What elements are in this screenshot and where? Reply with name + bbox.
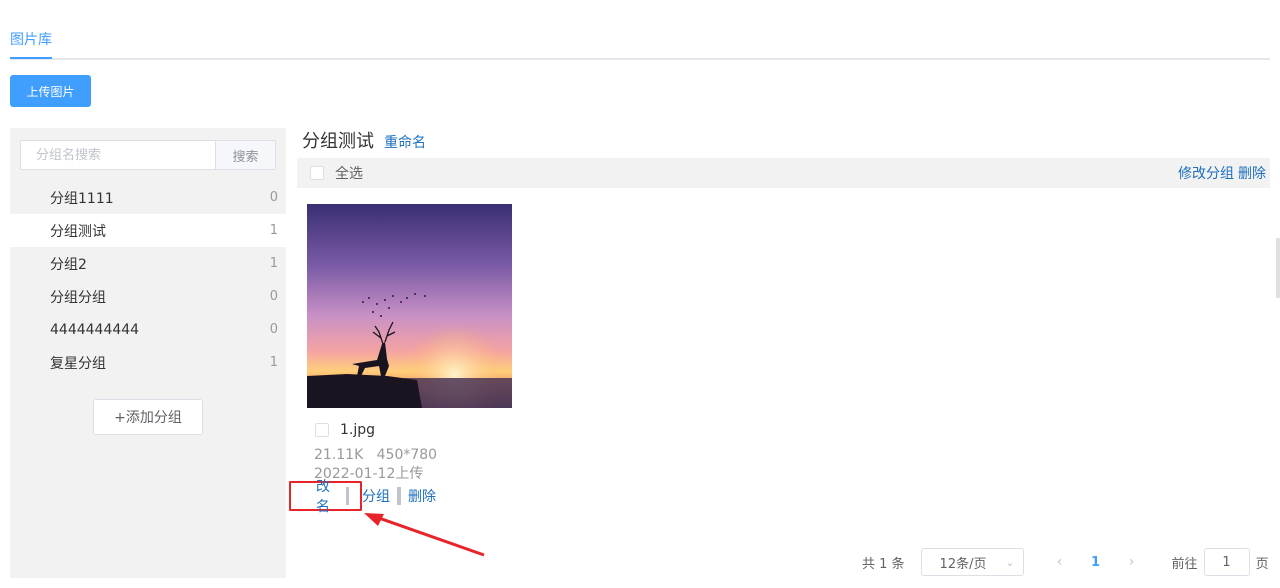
page-size-value: 12条/页 [939, 556, 987, 572]
select-all-checkbox[interactable] [310, 166, 324, 180]
edit-group-link[interactable]: 修改分组 [1178, 163, 1234, 183]
group-count: 0 [269, 322, 278, 337]
image-toolbar: 全选 修改分组 删除 [297, 158, 1270, 188]
pagination: 共 1 条 12条/页 ⌄ ‹ 1 › 前往 1 页 [862, 548, 1269, 576]
goto-page-input[interactable]: 1 [1203, 548, 1250, 576]
delete-link[interactable]: 删除 [1238, 163, 1266, 183]
group-name: 分组测试 [50, 223, 106, 240]
group-name: 复星分组 [50, 355, 106, 372]
goto-suffix: 页 [1255, 556, 1269, 572]
group-count: 1 [269, 355, 278, 370]
toolbar-actions: 修改分组 删除 [1178, 163, 1266, 183]
tab-image-library[interactable]: 图片库 [10, 31, 52, 59]
add-group-button[interactable]: +添加分组 [93, 399, 203, 435]
annotation-arrow [364, 513, 485, 557]
group-list: 分组1111 0 分组测试 1 分组2 1 分组分组 0 4444444444 … [10, 181, 286, 379]
content-header: 分组测试 重命名 [302, 127, 426, 153]
file-name: 1.jpg [340, 422, 376, 438]
group-search: 搜索 [20, 140, 276, 170]
group-image-link[interactable]: 分组 [362, 486, 390, 506]
group-item[interactable]: 4444444444 0 [10, 313, 286, 346]
upload-image-button[interactable]: 上传图片 [10, 75, 91, 107]
page-size-select[interactable]: 12条/页 ⌄ [920, 548, 1024, 576]
image-card: 1.jpg 21.11K 450*780 2022-01-12上传 [307, 204, 512, 482]
group-count: 1 [269, 256, 278, 271]
delete-image-link[interactable]: 删除 [408, 486, 436, 506]
tab-bar: 图片库 [10, 28, 1270, 60]
image-checkbox[interactable] [315, 423, 329, 437]
scrollbar[interactable] [1276, 238, 1280, 298]
group-name: 分组1111 [50, 190, 114, 207]
chevron-down-icon: ⌄ [1005, 556, 1015, 569]
group-count: 0 [269, 289, 278, 304]
group-sidebar: 搜索 分组1111 0 分组测试 1 分组2 1 分组分组 0 44444444… [10, 128, 286, 578]
group-item[interactable]: 分组2 1 [10, 247, 286, 280]
group-title: 分组测试 [302, 131, 374, 152]
group-item[interactable]: 分组1111 0 [10, 181, 286, 214]
group-search-button[interactable]: 搜索 [215, 141, 275, 169]
prev-page-icon[interactable]: ‹ [1050, 554, 1070, 570]
group-name: 4444444444 [50, 321, 140, 338]
group-item-active[interactable]: 分组测试 1 [10, 214, 286, 247]
group-count: 1 [269, 223, 278, 238]
image-actions: 改名 分组 删除 [289, 479, 436, 515]
file-size: 21.11K [314, 447, 364, 463]
action-separator [345, 487, 349, 505]
select-all-label[interactable]: 全选 [335, 163, 363, 183]
image-thumbnail[interactable] [307, 204, 512, 408]
goto-label: 前往 [1171, 556, 1198, 572]
pagination-total: 共 1 条 [862, 556, 905, 572]
rename-highlight-box: 改名 [289, 479, 362, 515]
group-count: 0 [269, 190, 278, 205]
rename-group-link[interactable]: 重命名 [384, 132, 426, 152]
group-name: 分组2 [50, 256, 87, 273]
group-item[interactable]: 复星分组 1 [10, 346, 286, 379]
next-page-icon[interactable]: › [1122, 554, 1142, 570]
action-separator [397, 487, 401, 505]
group-name: 分组分组 [50, 289, 106, 306]
group-item[interactable]: 分组分组 0 [10, 280, 286, 313]
file-dimensions: 450*780 [376, 447, 438, 463]
group-search-input[interactable] [21, 141, 215, 169]
page-number[interactable]: 1 [1086, 555, 1106, 570]
rename-image-link[interactable]: 改名 [316, 476, 339, 516]
file-row: 1.jpg [315, 422, 375, 438]
